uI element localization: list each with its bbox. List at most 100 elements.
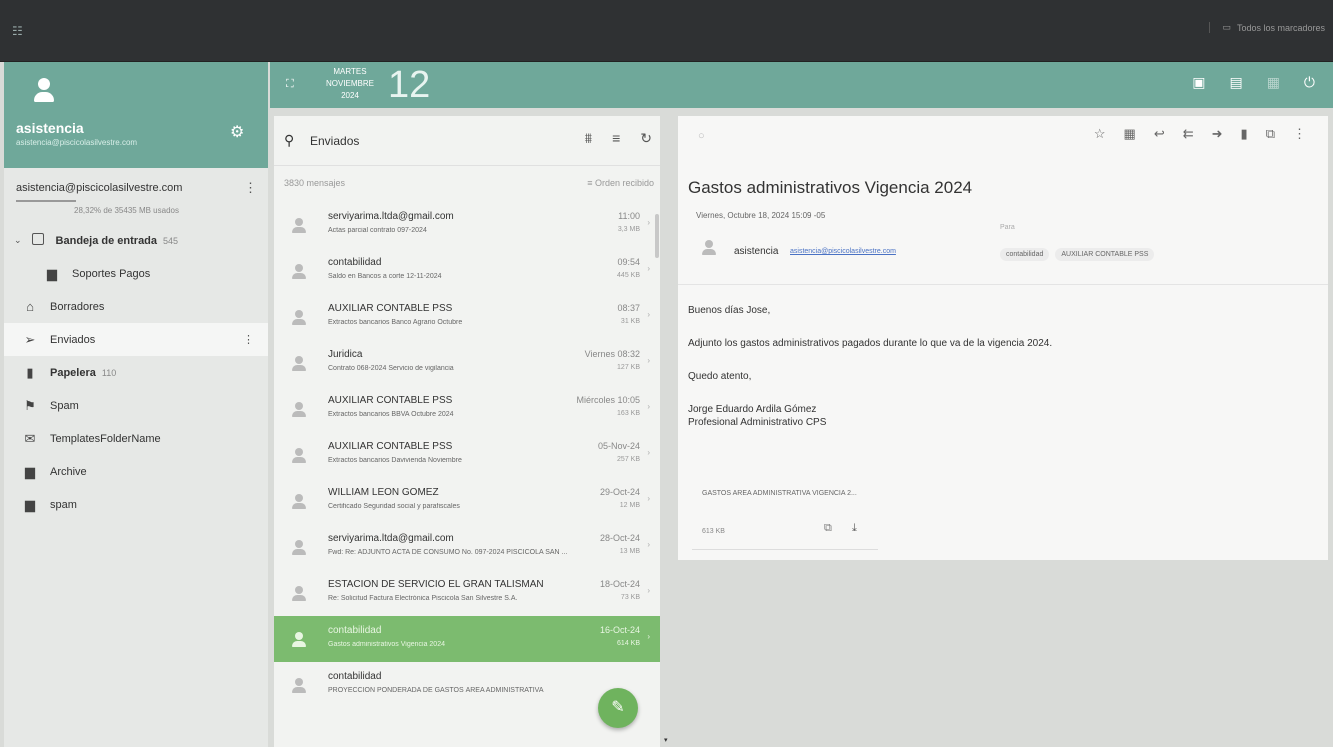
message-size: 31 KB — [620, 318, 640, 325]
message-subject: Extractos bancarios Davivienda Noviembre — [328, 457, 462, 464]
filter-icon[interactable]: ⩩ — [585, 130, 592, 147]
open-external-icon[interactable]: ⧉ — [1266, 126, 1275, 142]
calendar-icon[interactable]: ▣ — [1192, 74, 1205, 91]
message-date: 11:00 — [618, 211, 640, 221]
sidebar-item-inbox[interactable]: ⌄ Bandeja de entrada 545 — [4, 224, 268, 257]
sender-email[interactable]: asistencia@piscicolasilvestre.com — [790, 248, 896, 255]
sort-icon[interactable]: ≡ — [612, 130, 620, 147]
list-scrollbar[interactable] — [655, 214, 659, 258]
sidebar-item-label: Soportes Pagos — [72, 267, 151, 280]
list-item[interactable]: contabilidad Saldo en Bancos a corte 12-… — [274, 248, 660, 294]
message-subject: Extractos bancarios Banco Agrario Octubr… — [328, 319, 463, 326]
list-item[interactable]: AUXILIAR CONTABLE PSS Extractos bancario… — [274, 294, 660, 340]
expand-icon[interactable]: ⛶ — [286, 78, 294, 91]
avatar-icon — [292, 402, 306, 418]
gear-icon[interactable]: ⚙ — [230, 122, 244, 142]
folder-icon: ▆ — [25, 496, 35, 512]
message-subject-title: Gastos administrativos Vigencia 2024 — [688, 178, 973, 197]
bookmarks-label: Todos los marcadores — [1236, 22, 1325, 33]
grid-icon[interactable]: ☷ — [12, 24, 23, 38]
message-subject: Certificado Seguridad social y parafisca… — [328, 503, 460, 510]
avatar-icon — [292, 540, 306, 556]
sidebar-item-spam-folder[interactable]: ▆ spam — [4, 488, 268, 521]
sidebar-item-spam[interactable]: ⚑ Spam — [4, 389, 268, 422]
sidebar-item-label: Spam — [50, 399, 79, 412]
sidebar-item-label: Bandeja de entrada — [55, 234, 158, 247]
attachment-card[interactable]: GASTOS AREA ADMINISTRATIVA VIGENCIA 2...… — [692, 478, 878, 550]
sidebar-item-label: Enviados — [50, 333, 96, 346]
list-item[interactable]: ESTACION DE SERVICIO EL GRAN TALISMAN Re… — [274, 570, 660, 616]
contacts-icon[interactable]: ▤ — [1229, 74, 1242, 91]
message-subject: Extractos bancarios BBVA Octubre 2024 — [328, 411, 454, 418]
account-row[interactable]: asistencia@piscicolasilvestre.com ⋮ 28,3… — [4, 170, 268, 222]
list-item[interactable]: serviyarima.ltda@gmail.com Actas parcial… — [274, 202, 660, 248]
archive-icon[interactable]: ▦ — [1124, 126, 1136, 142]
compose-button[interactable]: ✎ — [598, 688, 638, 728]
message-date: 29-Oct-24 — [599, 487, 640, 497]
chevron-right-icon: › — [647, 448, 650, 457]
trash-icon: ▮ — [26, 364, 34, 380]
message-size: 163 KB — [617, 410, 640, 417]
power-icon[interactable]: ⏻ — [1304, 74, 1315, 91]
day-number: 12 — [388, 64, 431, 106]
order-label: Orden recibido — [594, 178, 654, 188]
unread-count: 545 — [163, 235, 179, 246]
order-button[interactable]: ≡ Orden recibido — [587, 178, 654, 188]
more-icon[interactable]: ⋮ — [1293, 126, 1306, 142]
list-item[interactable]: AUXILIAR CONTABLE PSS Extractos bancario… — [274, 432, 660, 478]
list-item[interactable]: serviyarima.ltda@gmail.com Fwd: Re: ADJU… — [274, 524, 660, 570]
notes-icon[interactable]: ▦ — [1267, 74, 1280, 91]
list-item[interactable]: AUXILIAR CONTABLE PSS Extractos bancario… — [274, 386, 660, 432]
sidebar-item-label: TemplatesFolderName — [50, 432, 161, 445]
forward-icon[interactable]: ➜ — [1212, 126, 1223, 142]
chevron-right-icon: › — [647, 356, 650, 365]
refresh-icon[interactable]: ↻ — [640, 130, 652, 147]
message-date: 28-Oct-24 — [599, 533, 640, 543]
search-icon[interactable]: ⚲ — [284, 132, 294, 149]
message-date: 09:54 — [617, 257, 640, 267]
list-item-selected[interactable]: contabilidad Gastos administrativos Vige… — [274, 616, 660, 662]
pencil-icon: ✎ — [611, 699, 625, 716]
sidebar-item-trash[interactable]: ▮ Papelera 110 — [4, 356, 268, 389]
delete-icon[interactable]: ▮ — [1241, 126, 1248, 142]
reader-toolbar: ○ ☆ ▦ ↩ ⇇ ➜ ▮ ⧉ ⋮ — [678, 116, 1328, 154]
year: 2024 — [341, 91, 359, 100]
recipient-chip[interactable]: AUXILIAR CONTABLE PSS — [1055, 248, 1155, 261]
reply-icon[interactable]: ↩ — [1154, 126, 1165, 142]
sender-name[interactable]: asistencia — [734, 246, 778, 257]
chevron-right-icon: › — [647, 540, 650, 549]
list-item[interactable]: Juridica Contrato 068-2024 Servicio de v… — [274, 340, 660, 386]
cursor-marker: ▾ — [664, 737, 668, 744]
account-address: asistencia@piscicolasilvestre.com — [16, 182, 183, 194]
star-icon[interactable]: ☆ — [1094, 126, 1106, 142]
attachment-name: GASTOS AREA ADMINISTRATIVA VIGENCIA 2... — [702, 490, 857, 497]
browser-topbar: ☷ ▭ Todos los marcadores — [0, 0, 1333, 62]
reply-all-icon[interactable]: ⇇ — [1183, 126, 1194, 142]
kebab-menu-icon[interactable]: ⋮ — [243, 333, 254, 346]
sidebar-item-drafts[interactable]: ⌂ Borradores — [4, 290, 268, 323]
bookmarks-button[interactable]: ▭ Todos los marcadores — [1209, 22, 1325, 33]
sidebar-item-archive[interactable]: ▆ Archive — [4, 455, 268, 488]
list-tools: ⩩ ≡ ↻ — [585, 130, 652, 147]
sidebar-item-label: Archive — [50, 465, 87, 478]
message-subject: Contrato 068-2024 Servicio de vigilancia — [328, 365, 454, 372]
sidebar-item-soportes-pagos[interactable]: ▆ Soportes Pagos — [4, 257, 268, 290]
chevron-right-icon: › — [647, 264, 650, 273]
sidebar-item-templates[interactable]: ✉ TemplatesFolderName — [4, 422, 268, 455]
spam-icon: ⚑ — [24, 397, 36, 413]
recipients: contabilidad AUXILIAR CONTABLE PSS — [1000, 248, 1155, 261]
quota-text: 28,32% de 35435 MB usados — [74, 206, 179, 215]
recipient-chip[interactable]: contabilidad — [1000, 248, 1050, 261]
open-external-icon[interactable]: ⧉ — [824, 522, 832, 535]
divider — [678, 284, 1328, 285]
chevron-down-icon[interactable]: ⌄ — [14, 235, 22, 246]
list-item[interactable]: WILLIAM LEON GOMEZ Certificado Seguridad… — [274, 478, 660, 524]
back-icon[interactable]: ○ — [698, 130, 705, 142]
download-icon[interactable]: ⤓ — [852, 522, 857, 535]
sidebar-item-sent[interactable]: ➢ Enviados ⋮ — [4, 323, 268, 356]
list-header: ⚲ Enviados ⩩ ≡ ↻ — [274, 116, 660, 166]
signature-name: Jorge Eduardo Ardila Gómez — [688, 404, 817, 415]
avatar-icon — [292, 218, 306, 234]
kebab-menu-icon[interactable]: ⋮ — [244, 180, 257, 196]
user-icon[interactable] — [34, 78, 54, 102]
